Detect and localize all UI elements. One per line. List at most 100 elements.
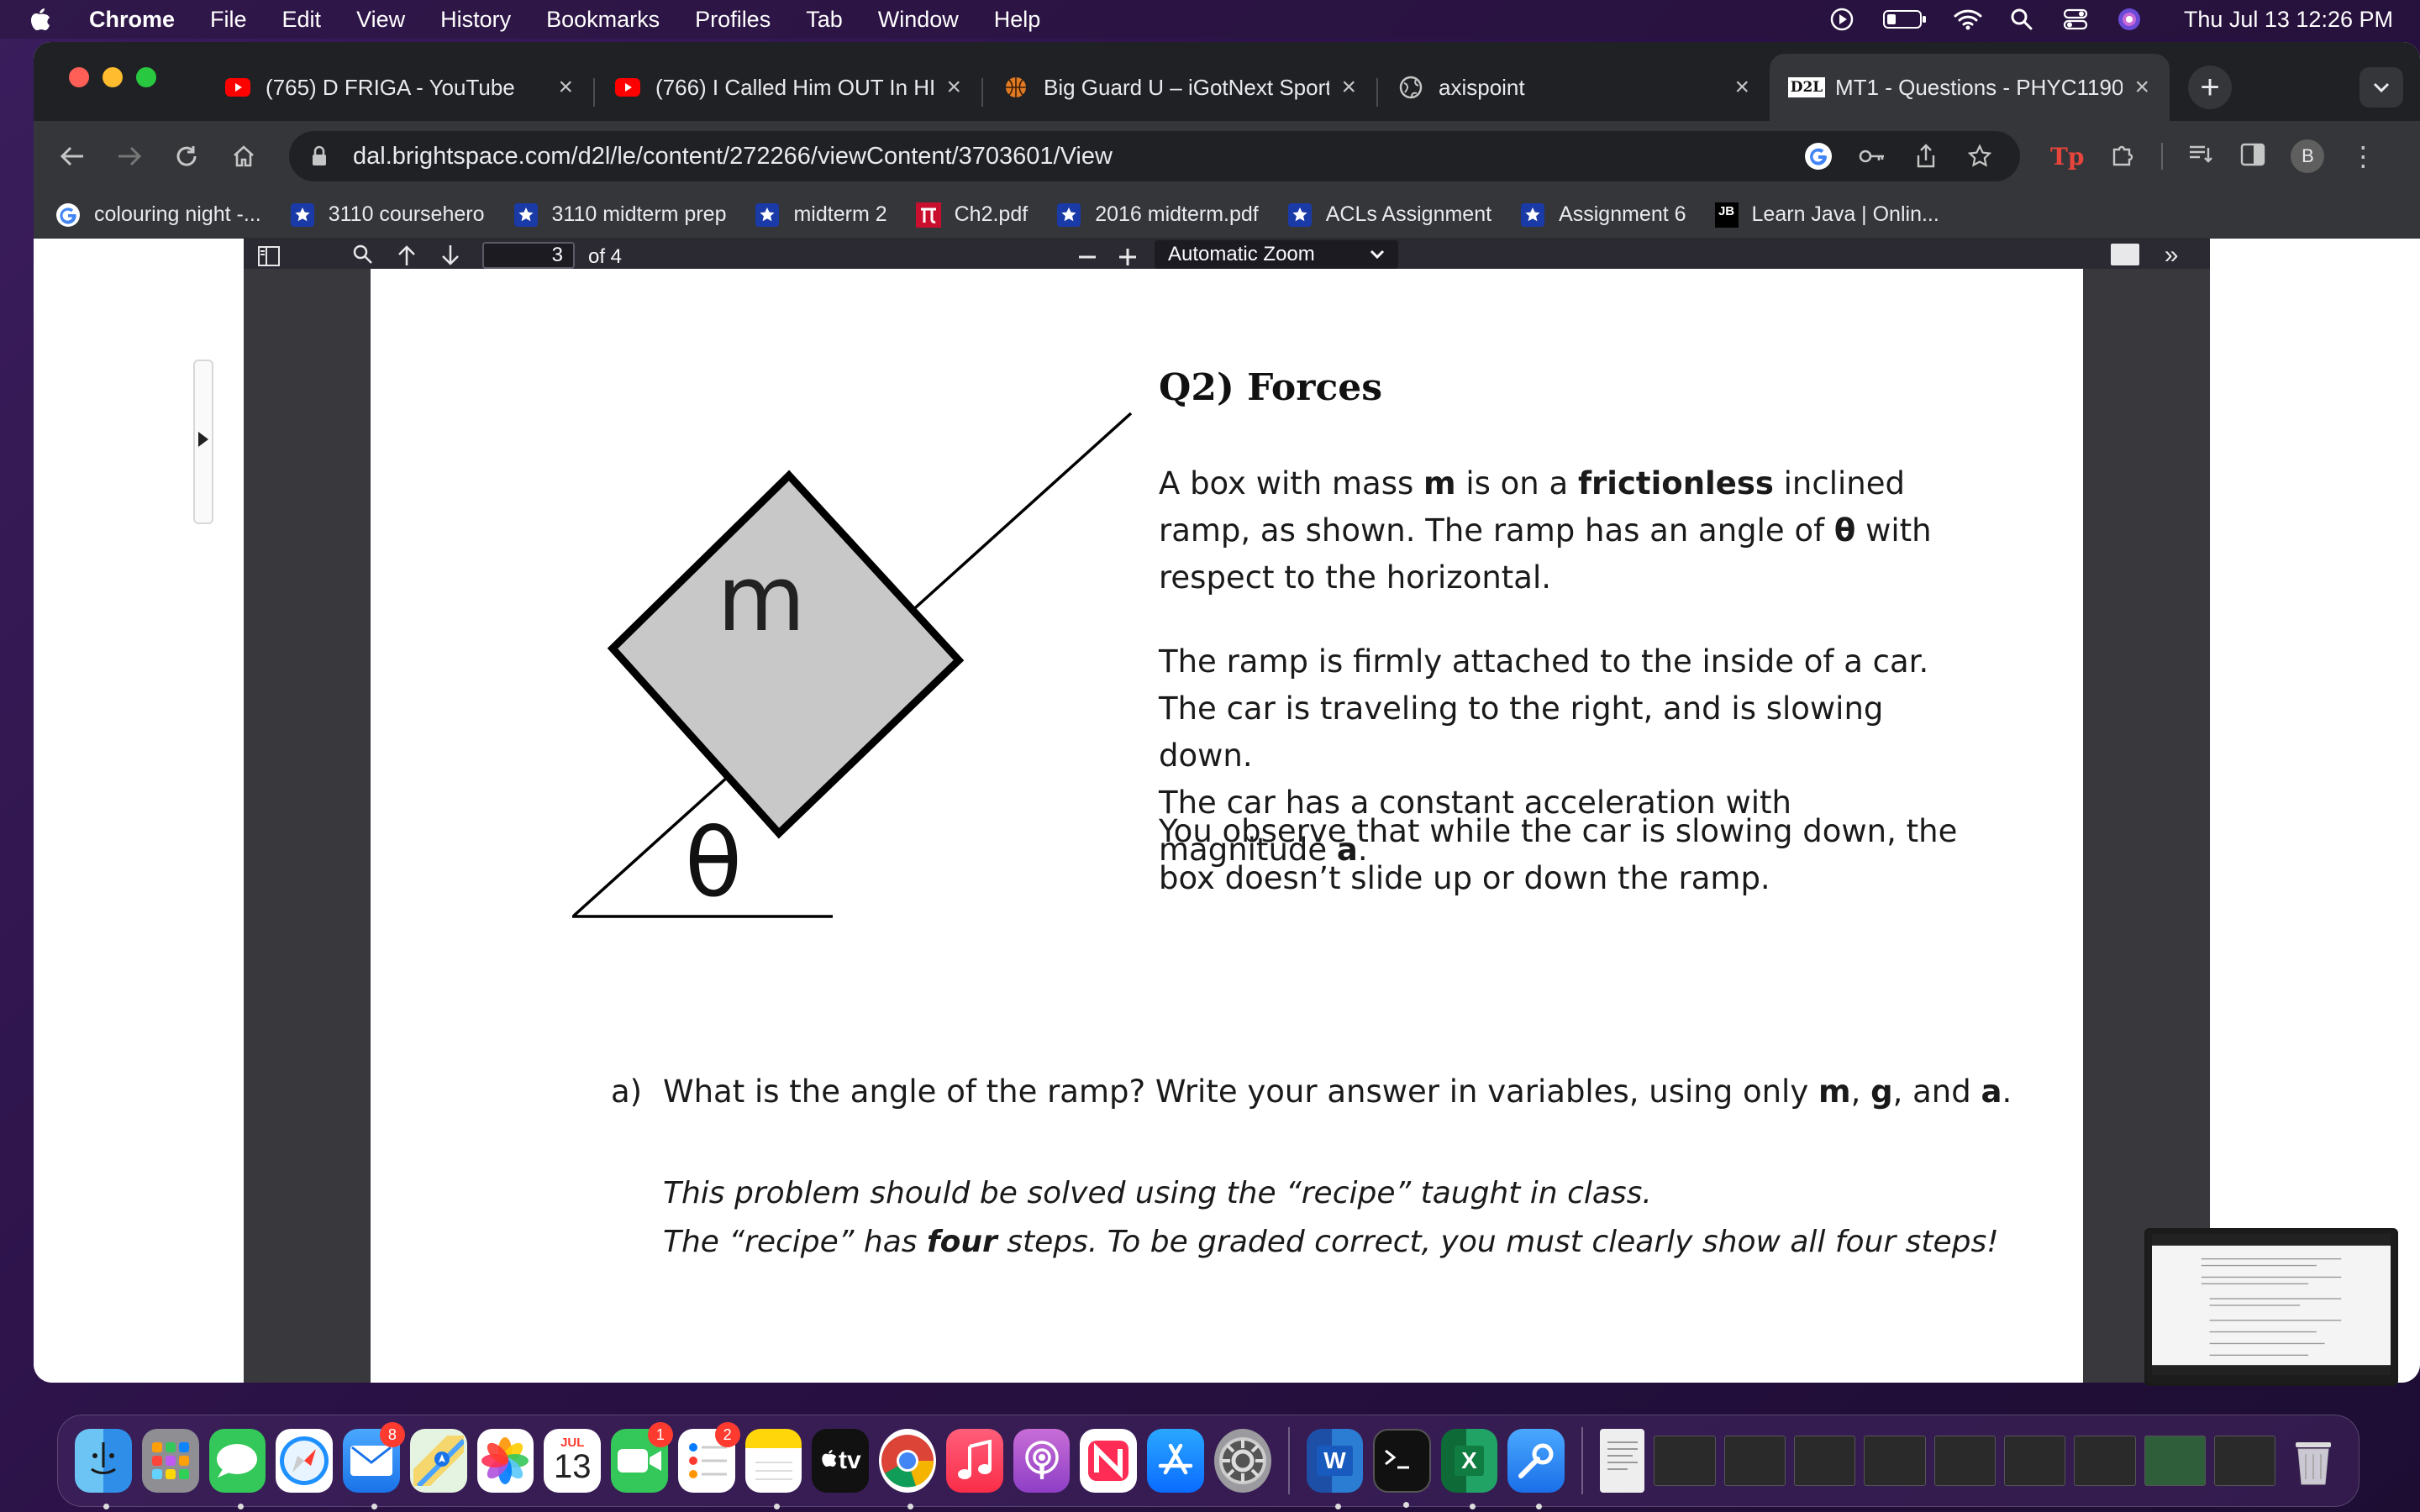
safari-app[interactable] bbox=[276, 1429, 334, 1493]
close-window-button[interactable] bbox=[69, 67, 89, 87]
reload-button[interactable] bbox=[165, 134, 208, 178]
podcasts-app[interactable] bbox=[1013, 1429, 1071, 1493]
tab-axispoint[interactable]: axispoint × bbox=[1378, 54, 1770, 121]
home-button[interactable] bbox=[222, 134, 266, 178]
minimized-window[interactable] bbox=[1723, 1436, 1786, 1486]
find-icon[interactable] bbox=[343, 242, 383, 269]
menu-profiles[interactable]: Profiles bbox=[695, 7, 771, 33]
zoom-out-icon[interactable] bbox=[1067, 242, 1107, 269]
sidebar-toggle-handle[interactable] bbox=[193, 360, 213, 524]
notes-app[interactable] bbox=[744, 1429, 802, 1509]
bookmark-assignment-6[interactable]: Assignment 6 bbox=[1520, 202, 1686, 228]
minimized-window[interactable] bbox=[1864, 1436, 1926, 1486]
minimized-window[interactable] bbox=[2003, 1436, 2066, 1486]
menu-edit[interactable]: Edit bbox=[282, 7, 322, 33]
tab-youtube-called-him-out[interactable]: (766) I Called Him OUT In HIS × bbox=[595, 54, 981, 121]
minimized-window[interactable] bbox=[2074, 1436, 2136, 1486]
bookmark-learn-java[interactable]: JB Learn Java | Onlin... bbox=[1714, 202, 1939, 228]
news-app[interactable] bbox=[1080, 1429, 1138, 1493]
address-bar[interactable]: dal.brightspace.com/d2l/le/content/27226… bbox=[289, 131, 2020, 181]
share-icon[interactable] bbox=[1907, 138, 1944, 175]
minimize-window-button[interactable] bbox=[103, 67, 123, 87]
close-tab-icon[interactable]: × bbox=[558, 73, 573, 102]
tab-big-guard-u[interactable]: Big Guard U – iGotNext Sport × bbox=[983, 54, 1376, 121]
minimized-window[interactable] bbox=[1794, 1436, 1856, 1486]
tools-menu-icon[interactable]: » bbox=[2151, 241, 2191, 269]
calendar-app[interactable]: JUL 13 bbox=[544, 1429, 602, 1493]
zoom-window-button[interactable] bbox=[136, 67, 156, 87]
apple-tv-app[interactable]: tv bbox=[812, 1429, 870, 1493]
bookmark-ch2-pdf[interactable]: Ch2.pdf bbox=[915, 202, 1028, 228]
tp-extension-icon[interactable]: Tp bbox=[2050, 143, 2084, 171]
zoom-select[interactable]: Automatic Zoom bbox=[1155, 240, 1399, 269]
mail-app[interactable]: 8 bbox=[343, 1422, 405, 1509]
profile-avatar[interactable]: B bbox=[2291, 139, 2325, 173]
menubar-clock[interactable]: Thu Jul 13 12:26 PM bbox=[2184, 7, 2393, 33]
menu-view[interactable]: View bbox=[356, 7, 405, 33]
reading-list-icon[interactable] bbox=[2188, 143, 2215, 171]
minimized-window[interactable] bbox=[1654, 1436, 1716, 1486]
chrome-app[interactable] bbox=[879, 1429, 936, 1509]
siri-icon[interactable] bbox=[2115, 7, 2144, 32]
previous-page-icon[interactable] bbox=[387, 242, 427, 269]
side-panel-icon[interactable] bbox=[2240, 143, 2265, 171]
menu-app-name[interactable]: Chrome bbox=[89, 7, 175, 33]
word-app[interactable]: W bbox=[1306, 1429, 1364, 1509]
tab-mt1-questions[interactable]: D2L MT1 - Questions - PHYC1190 × bbox=[1770, 54, 2170, 121]
messages-app[interactable] bbox=[208, 1429, 266, 1509]
minimized-window[interactable] bbox=[1933, 1436, 1996, 1486]
chrome-menu-icon[interactable]: ⋮ bbox=[2349, 143, 2376, 170]
control-center-icon[interactable] bbox=[2061, 7, 2090, 32]
document-stack[interactable] bbox=[1599, 1429, 1645, 1493]
url-text[interactable]: dal.brightspace.com/d2l/le/content/27226… bbox=[353, 143, 1783, 171]
menu-window[interactable]: Window bbox=[878, 7, 959, 33]
key-icon[interactable] bbox=[1854, 138, 1891, 175]
screenshot-thumbnail[interactable] bbox=[2144, 1228, 2398, 1386]
close-tab-icon[interactable]: × bbox=[946, 73, 961, 102]
extensions-puzzle-icon[interactable] bbox=[2109, 141, 2136, 172]
bookmark-star-icon[interactable] bbox=[1961, 138, 1998, 175]
bookmark-3110-coursehero[interactable]: 3110 coursehero bbox=[290, 202, 485, 228]
play-circle-icon[interactable] bbox=[1828, 7, 1856, 32]
tab-youtube-d-friga[interactable]: (765) D FRIGA - YouTube × bbox=[205, 54, 593, 121]
page-number-input[interactable]: 3 bbox=[482, 242, 575, 269]
app-store-app[interactable] bbox=[1147, 1429, 1205, 1493]
wifi-icon[interactable] bbox=[1954, 7, 1982, 32]
reminders-app[interactable]: 2 bbox=[677, 1422, 740, 1493]
bookmark-3110-midterm-prep[interactable]: 3110 midterm prep bbox=[513, 202, 726, 228]
zoom-in-icon[interactable] bbox=[1107, 242, 1148, 269]
menu-bookmarks[interactable]: Bookmarks bbox=[546, 7, 660, 33]
spotlight-search-icon[interactable] bbox=[2007, 7, 2036, 32]
menu-help[interactable]: Help bbox=[994, 7, 1041, 33]
close-tab-icon[interactable]: × bbox=[1341, 73, 1356, 102]
music-app[interactable] bbox=[945, 1429, 1003, 1493]
next-page-icon[interactable] bbox=[430, 242, 471, 269]
bookmark-acls-assignment[interactable]: ACLs Assignment bbox=[1287, 202, 1491, 228]
terminal-app[interactable] bbox=[1373, 1429, 1431, 1508]
facetime-app[interactable]: 1 bbox=[611, 1422, 673, 1493]
close-tab-icon[interactable]: × bbox=[1734, 73, 1749, 102]
google-lens-icon[interactable] bbox=[1800, 138, 1837, 175]
presentation-mode-icon[interactable] bbox=[2111, 244, 2140, 265]
bookmark-midterm-2[interactable]: midterm 2 bbox=[755, 202, 887, 228]
new-tab-button[interactable]: + bbox=[2188, 66, 2232, 109]
menu-tab[interactable]: Tab bbox=[806, 7, 843, 33]
maps-app[interactable] bbox=[409, 1429, 467, 1493]
excel-app[interactable]: X bbox=[1440, 1429, 1498, 1509]
xcode-tools-app[interactable] bbox=[1507, 1429, 1565, 1509]
minimized-window[interactable] bbox=[2144, 1436, 2206, 1486]
system-settings-app[interactable] bbox=[1214, 1429, 1271, 1493]
bookmark-2016-midterm[interactable]: 2016 midterm.pdf bbox=[1056, 202, 1259, 228]
finder-app[interactable] bbox=[75, 1429, 132, 1509]
back-button[interactable] bbox=[50, 134, 94, 178]
menu-history[interactable]: History bbox=[440, 7, 511, 33]
battery-icon[interactable] bbox=[1881, 7, 1928, 32]
toggle-sidebar-icon[interactable] bbox=[249, 242, 289, 269]
lock-icon[interactable] bbox=[311, 144, 333, 169]
forward-button[interactable] bbox=[108, 134, 151, 178]
photos-app[interactable] bbox=[476, 1429, 534, 1493]
trash-app[interactable] bbox=[2285, 1429, 2342, 1493]
menu-file[interactable]: File bbox=[210, 7, 247, 33]
minimized-window[interactable] bbox=[2213, 1436, 2276, 1486]
launchpad-app[interactable] bbox=[141, 1429, 199, 1493]
